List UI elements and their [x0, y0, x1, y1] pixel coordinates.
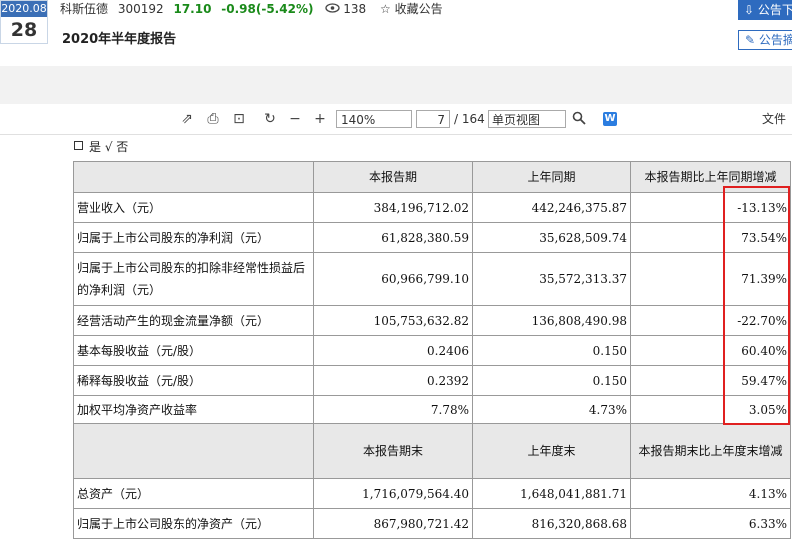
document-title: 2020年半年度报告	[62, 32, 177, 47]
search-icon[interactable]	[571, 111, 587, 127]
table-row: 经营活动产生的现金流量净额（元） 105,753,632.82 136,808,…	[73, 305, 791, 336]
announcement-download-button[interactable]: ⇩ 公告下	[738, 0, 792, 20]
table-cell: 71.39%	[630, 252, 791, 306]
checkbox-square-icon	[74, 141, 83, 150]
edit-icon: ✎	[745, 33, 756, 47]
table-row: 加权平均净资产收益率 7.78% 4.73% 3.05%	[73, 395, 791, 424]
favorite-button[interactable]: ☆ 收藏公告	[380, 1, 443, 17]
views-count: 138	[325, 1, 366, 17]
word-export-icon[interactable]: W	[603, 112, 617, 126]
table-cell: 0.2392	[313, 365, 473, 396]
views-value: 138	[343, 2, 367, 16]
announcement-summary-label: 公告摘	[758, 33, 792, 47]
divider-band	[0, 66, 792, 104]
yes-no-checkbox-line: 是 √ 否	[74, 139, 128, 155]
table-cell: 0.150	[472, 335, 631, 366]
table-cell: 61,828,380.59	[313, 222, 473, 253]
table-cell: 442,246,375.87	[472, 192, 631, 223]
table-row: 归属于上市公司股东的扣除非经常性损益后的净利润（元） 60,966,799.10…	[73, 252, 791, 306]
table-cell: 59.47%	[630, 365, 791, 396]
table-cell: 35,572,313.37	[472, 252, 631, 306]
checkbox-text: 是 √ 否	[89, 140, 129, 154]
table-row: 基本每股收益（元/股） 0.2406 0.150 60.40%	[73, 335, 791, 366]
row-label: 归属于上市公司股东的扣除非经常性损益后的净利润（元）	[73, 252, 314, 306]
file-menu[interactable]: 文件	[762, 111, 786, 127]
date-day: 28	[10, 19, 38, 41]
table-header-cell: 本报告期比上年同期增减	[630, 161, 791, 193]
print-icon[interactable]: ⎙	[205, 111, 221, 127]
table-cell: 6.33%	[630, 508, 791, 539]
table-row: 总资产（元） 1,716,079,564.40 1,648,041,881.71…	[73, 478, 791, 509]
favorite-label: 收藏公告	[394, 2, 443, 16]
table-cell: -22.70%	[630, 305, 791, 336]
table-cell: 0.150	[472, 365, 631, 396]
page-number-input[interactable]: 7	[416, 110, 450, 128]
stock-info: 科斯伍德 300192 17.10 -0.98(-5.42%) 138 ☆ 收藏…	[60, 1, 443, 17]
row-label: 总资产（元）	[73, 478, 314, 509]
row-label: 营业收入（元）	[73, 192, 314, 223]
stock-code: 300192	[117, 2, 164, 16]
download-icon: ⇩	[744, 3, 755, 17]
table-cell: 60.40%	[630, 335, 791, 366]
view-mode-select[interactable]: 单页视图	[488, 110, 566, 128]
table-row: 归属于上市公司股东的净利润（元） 61,828,380.59 35,628,50…	[73, 222, 791, 253]
row-label: 基本每股收益（元/股）	[73, 335, 314, 366]
share-icon[interactable]: ⇗	[179, 111, 195, 127]
star-icon: ☆	[380, 2, 391, 16]
row-label: 归属于上市公司股东的净利润（元）	[73, 222, 314, 253]
table-cell: 73.54%	[630, 222, 791, 253]
table-header-cell	[73, 161, 314, 193]
row-label: 经营活动产生的现金流量净额（元）	[73, 305, 314, 336]
table-cell: 1,648,041,881.71	[472, 478, 631, 509]
row-label: 归属于上市公司股东的净资产（元）	[73, 508, 314, 539]
table-cell: 105,753,632.82	[313, 305, 473, 336]
table-cell: 3.05%	[630, 395, 791, 424]
save-icon[interactable]: ⊡	[231, 111, 247, 127]
date-month: 2020.08	[1, 1, 47, 17]
financial-summary-table: 本报告期 上年同期 本报告期比上年同期增减 营业收入（元） 384,196,71…	[73, 161, 791, 539]
zoom-select[interactable]: 140%	[336, 110, 412, 128]
row-label: 加权平均净资产收益率	[73, 395, 314, 424]
table-row: 稀释每股收益（元/股） 0.2392 0.150 59.47%	[73, 365, 791, 396]
stock-change: -0.98(-5.42%)	[221, 2, 314, 16]
announcement-download-label: 公告下	[757, 3, 792, 17]
table-cell: 867,980,721.42	[313, 508, 473, 539]
row-label: 稀释每股收益（元/股）	[73, 365, 314, 396]
table-cell: 816,320,868.68	[472, 508, 631, 539]
table-cell: 35,628,509.74	[472, 222, 631, 253]
table-header-cell: 本报告期	[313, 161, 473, 193]
table-header-row: 本报告期末 上年度末 本报告期末比上年度末增减	[73, 423, 791, 479]
table-cell: 4.13%	[630, 478, 791, 509]
table-header-cell: 上年度末	[472, 423, 631, 479]
rotate-icon[interactable]: ↻	[262, 111, 278, 127]
announcement-summary-button[interactable]: ✎ 公告摘	[738, 30, 792, 50]
eye-icon	[325, 3, 340, 13]
stock-price: 17.10	[173, 2, 212, 16]
table-row: 营业收入（元） 384,196,712.02 442,246,375.87 -1…	[73, 192, 791, 223]
table-cell: 4.73%	[472, 395, 631, 424]
table-cell: 136,808,490.98	[472, 305, 631, 336]
table-header-cell: 本报告期末比上年度末增减	[630, 423, 791, 479]
page-total: / 164	[454, 112, 485, 126]
table-header-cell	[73, 423, 314, 479]
table-header-row: 本报告期 上年同期 本报告期比上年同期增减	[73, 161, 791, 193]
pdf-toolbar: ⇗ ⎙ ⊡ ↻ − + 140% 7 / 164 单页视图 W 文件	[0, 104, 792, 135]
stock-name[interactable]: 科斯伍德	[60, 1, 108, 17]
table-cell: 60,966,799.10	[313, 252, 473, 306]
zoom-out-icon[interactable]: −	[287, 111, 303, 127]
table-cell: 384,196,712.02	[313, 192, 473, 223]
table-cell: 7.78%	[313, 395, 473, 424]
table-cell: 0.2406	[313, 335, 473, 366]
table-header-cell: 本报告期末	[313, 423, 473, 479]
date-badge: 2020.08 28	[0, 0, 48, 44]
table-row: 归属于上市公司股东的净资产（元） 867,980,721.42 816,320,…	[73, 508, 791, 539]
table-cell: 1,716,079,564.40	[313, 478, 473, 509]
table-cell: -13.13%	[630, 192, 791, 223]
zoom-in-icon[interactable]: +	[312, 111, 328, 127]
table-header-cell: 上年同期	[472, 161, 631, 193]
